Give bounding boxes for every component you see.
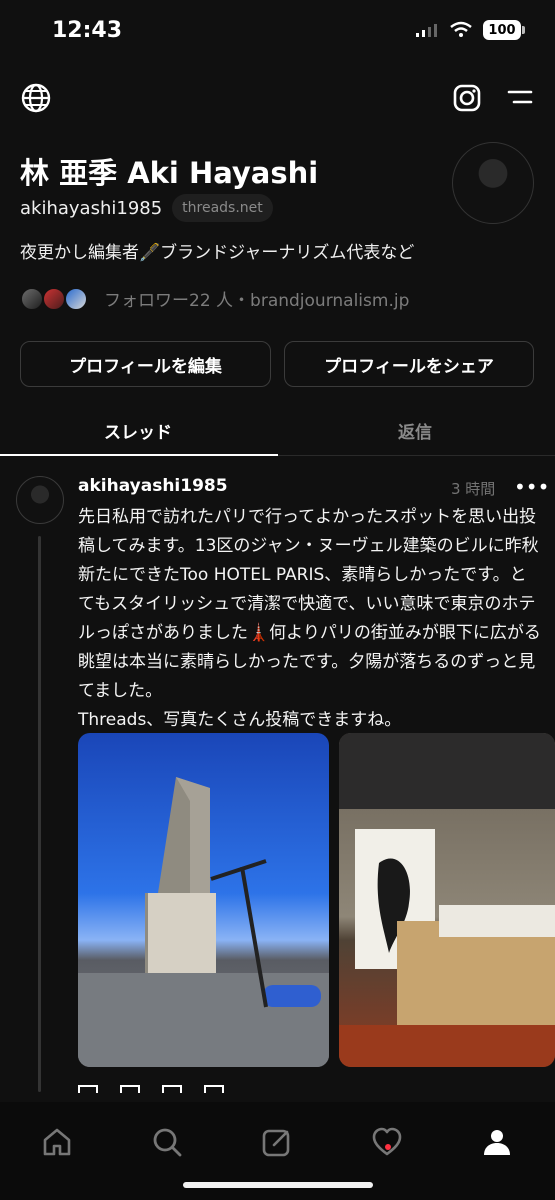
profile-bio: 夜更かし編集者🖋️ブランドジャーナリズム代表など — [20, 243, 415, 263]
profile-icon[interactable] — [479, 1124, 515, 1160]
notification-dot — [385, 1144, 391, 1150]
status-time: 12:43 — [52, 18, 123, 43]
profile-tabs: スレッド 返信 — [0, 404, 555, 456]
profile-handle: akihayashi1985 — [20, 197, 163, 219]
like-action[interactable] — [78, 1085, 98, 1093]
post-time: 3 時間 — [451, 480, 496, 498]
heart-icon[interactable] — [369, 1124, 405, 1160]
battery-icon: 100 — [483, 20, 525, 40]
signal-icon — [416, 24, 437, 37]
edit-profile-button[interactable]: プロフィールを編集 — [20, 341, 271, 387]
post-photo-building[interactable] — [78, 733, 329, 1067]
profile-avatar[interactable] — [452, 142, 534, 224]
followers-text: フォロワー22 人・brandjournalism.jp — [104, 291, 410, 311]
active-tab-indicator — [0, 454, 278, 456]
followers-row[interactable]: フォロワー22 人・brandjournalism.jp — [20, 286, 409, 311]
post-text: 先日私用で訪れたパリで行ってよかったスポットを思い出投稿してみます。13区のジャ… — [78, 507, 541, 730]
home-indicator — [183, 1182, 373, 1188]
post-actions — [78, 1085, 224, 1093]
hotel-room-photo-illustration — [339, 733, 555, 1067]
post-avatar[interactable] — [16, 476, 64, 524]
compose-icon[interactable] — [259, 1124, 295, 1160]
top-bar — [0, 80, 555, 120]
follower-avatar — [42, 286, 66, 311]
post-photo-hotel-room[interactable] — [339, 733, 555, 1067]
wifi-icon — [450, 21, 472, 37]
thread-line — [38, 536, 41, 1092]
follower-avatar — [64, 286, 88, 311]
globe-icon[interactable] — [20, 82, 52, 114]
repost-action[interactable] — [162, 1085, 182, 1093]
reply-action[interactable] — [120, 1085, 140, 1093]
search-icon[interactable] — [149, 1124, 185, 1160]
more-options-icon[interactable]: ••• — [514, 475, 549, 499]
share-profile-button[interactable]: プロフィールをシェア — [284, 341, 534, 387]
domain-chip[interactable]: threads.net — [172, 194, 273, 222]
building-photo-illustration — [78, 777, 329, 1067]
status-bar: 12:43 100 — [0, 0, 555, 64]
instagram-icon[interactable] — [452, 83, 482, 113]
tab-replies[interactable]: 返信 — [398, 418, 432, 443]
status-icons: 100 — [415, 20, 525, 40]
menu-icon[interactable] — [506, 88, 534, 108]
share-action[interactable] — [204, 1085, 224, 1093]
tab-threads[interactable]: スレッド — [104, 418, 172, 443]
post-username[interactable]: akihayashi1985 — [78, 476, 228, 496]
home-icon[interactable] — [39, 1124, 75, 1160]
handle-row: akihayashi1985 threads.net — [20, 194, 273, 222]
profile-name: 林 亜季 Aki Hayashi — [20, 156, 319, 190]
follower-avatar — [20, 286, 44, 311]
